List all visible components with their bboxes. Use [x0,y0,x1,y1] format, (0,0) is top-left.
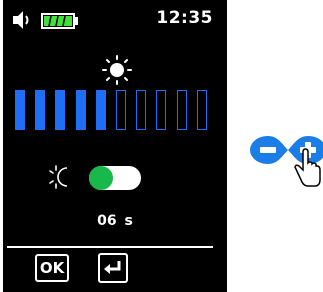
clock: 12:35 [156,8,213,28]
auto-brightness-toggle[interactable] [89,166,141,190]
divider [7,246,213,248]
ok-button[interactable]: OK [35,254,69,282]
status-bar: 12:35 [3,0,227,40]
minus-plus-touch-icon [250,136,323,187]
brightness-segment [35,90,46,130]
enter-button[interactable] [98,253,128,283]
timer-value: 06 s [97,213,133,229]
brightness-segment [136,90,147,130]
enter-return-icon [104,261,121,274]
brightness-segment [156,90,167,130]
battery-full-icon [41,13,78,29]
brightness-segment [116,90,126,130]
device-screen: 12:35 06 s OK [3,0,227,292]
toggle-knob [89,166,113,190]
auto-brightness-icon [49,165,68,189]
brightness-segment [176,90,187,130]
sun-icon [102,55,132,85]
brightness-segment [75,90,86,130]
brightness-segment [15,90,25,130]
brightness-segment [55,90,66,130]
brightness-segment [95,90,106,130]
speaker-icon[interactable] [11,9,33,31]
brightness-segment [196,90,207,130]
